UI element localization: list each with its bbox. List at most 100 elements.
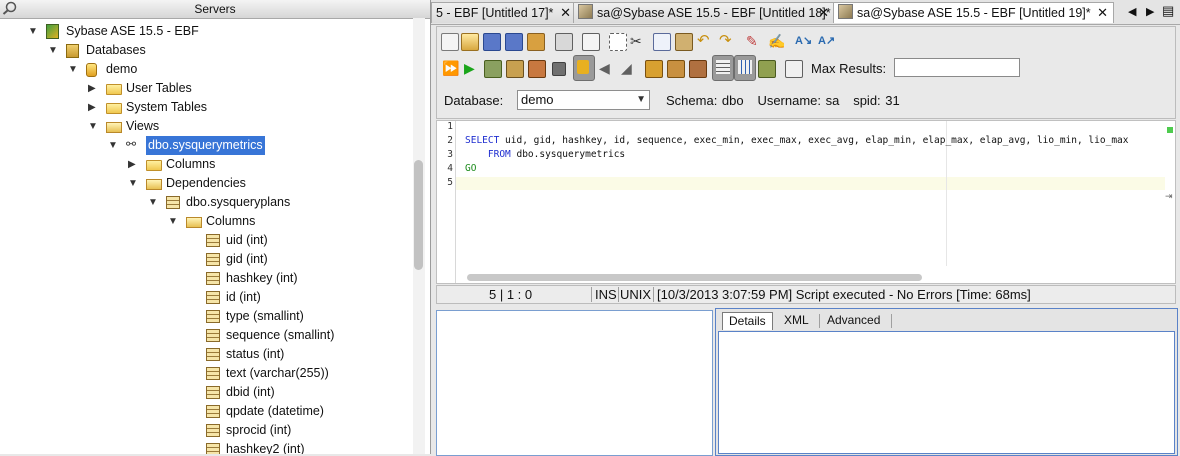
status-divider: [653, 287, 654, 302]
column-icon: [206, 234, 220, 247]
code-line-2: SELECT uid, gid, hashkey, id, sequence, …: [465, 135, 1128, 146]
disclosure-expanded-icon[interactable]: ▼: [128, 174, 138, 193]
server-icon: [46, 24, 59, 39]
select-all-icon[interactable]: [609, 33, 627, 51]
page-setup-icon[interactable]: [582, 33, 600, 51]
tree-scrollbar-thumb[interactable]: [414, 160, 423, 270]
plan-icon[interactable]: [528, 60, 546, 78]
line-number: 3: [447, 149, 453, 160]
column-icon: [206, 424, 220, 437]
sql-keyword: SELECT: [465, 135, 500, 146]
copy-icon[interactable]: [653, 33, 671, 51]
commit-icon[interactable]: ◀: [599, 60, 615, 76]
tab-untitled-19[interactable]: sa@Sybase ASE 15.5 - EBF [Untitled 19]* …: [833, 2, 1114, 23]
column-icon: [206, 443, 220, 454]
history-icon[interactable]: [645, 60, 663, 78]
database-icon: [86, 63, 97, 77]
disclosure-expanded-icon[interactable]: ▼: [68, 60, 78, 79]
results-split-icon[interactable]: [734, 55, 756, 81]
table-icon: [166, 196, 180, 209]
print-icon[interactable]: [555, 33, 573, 51]
column-icon: [206, 310, 220, 323]
disclosure-expanded-icon[interactable]: ▼: [28, 22, 38, 41]
tree-item-label: hashkey (int): [226, 271, 298, 285]
folder-icon: [106, 103, 122, 114]
max-results-input[interactable]: [894, 58, 1020, 77]
save-all-icon[interactable]: [527, 33, 545, 51]
tab-list-icon[interactable]: ▤: [1162, 3, 1174, 19]
results-list-pane[interactable]: [436, 310, 713, 456]
tree-item-label: id (int): [226, 290, 261, 304]
disclosure-collapsed-icon[interactable]: ▶: [128, 155, 138, 174]
execute-step-icon[interactable]: [484, 60, 502, 78]
disclosure-expanded-icon[interactable]: ▼: [168, 212, 178, 231]
database-select[interactable]: demo ▼: [517, 90, 650, 110]
commit-mode-icon[interactable]: [573, 55, 595, 81]
save-icon[interactable]: [483, 33, 501, 51]
code-line-3: FROM dbo.sysquerymetrics: [465, 149, 625, 160]
explain-icon[interactable]: [506, 60, 524, 78]
disclosure-collapsed-icon[interactable]: ▶: [88, 79, 98, 98]
sql-text: uid, gid, hashkey, id, sequence, exec_mi…: [499, 135, 1129, 146]
close-icon[interactable]: ✕: [818, 3, 829, 23]
close-icon[interactable]: ✕: [560, 3, 571, 23]
save-as-icon[interactable]: [505, 33, 523, 51]
tree-item-label: Dependencies: [166, 176, 246, 190]
servers-panel: Servers ▼ Sybase ASE 15.5 - EBF ▼ Databases…: [0, 0, 431, 454]
close-icon[interactable]: ✕: [1097, 3, 1108, 23]
search-icon[interactable]: [2, 1, 18, 15]
tree-item-label: text (varchar(255)): [226, 366, 329, 380]
line-number: 4: [447, 163, 453, 174]
no-errors-marker: [1167, 127, 1173, 133]
sql-editor-icon: [578, 4, 593, 19]
cut-icon[interactable]: ✂: [630, 33, 646, 49]
disclosure-expanded-icon[interactable]: ▼: [48, 41, 58, 60]
show-sql-icon[interactable]: [785, 60, 803, 78]
new-file-icon[interactable]: [441, 33, 459, 51]
execute-icon[interactable]: ▶: [464, 60, 480, 76]
replace-icon[interactable]: A↗: [818, 33, 835, 49]
tab-scroll-right-icon[interactable]: ▶: [1146, 5, 1154, 18]
bookmark-icon[interactable]: [667, 60, 685, 78]
tab-untitled-17[interactable]: 5 - EBF [Untitled 17]* ✕: [431, 2, 577, 23]
status-divider: [618, 287, 619, 302]
tab-details[interactable]: Details: [722, 312, 773, 330]
disclosure-collapsed-icon[interactable]: ▶: [88, 98, 98, 117]
results-text-icon[interactable]: [758, 60, 776, 78]
line-number-gutter: 1 2 3 4 5: [437, 121, 456, 283]
folder-open-icon: [186, 217, 202, 228]
undo-icon[interactable]: ↶: [697, 33, 713, 49]
fold-marker-icon[interactable]: ⇥: [1165, 191, 1173, 202]
chevron-down-icon[interactable]: ▼: [636, 91, 646, 109]
tree-item-label: System Tables: [126, 100, 208, 114]
results-grid-icon[interactable]: [712, 55, 734, 81]
tab-xml[interactable]: XML: [778, 312, 815, 329]
code-line-4: GO: [465, 163, 477, 174]
rollback-icon[interactable]: ◢: [621, 60, 637, 76]
find-icon[interactable]: A↘: [795, 33, 812, 49]
disclosure-expanded-icon[interactable]: ▼: [148, 193, 158, 212]
redo-icon[interactable]: ↷: [719, 33, 735, 49]
format-icon[interactable]: ✎: [746, 33, 762, 49]
disclosure-expanded-icon[interactable]: ▼: [88, 117, 98, 136]
sql-editor[interactable]: 1 2 3 4 5 SELECT uid, gid, hashkey, id, …: [436, 120, 1176, 284]
editor-horizontal-scrollbar[interactable]: [467, 274, 922, 281]
favorites-icon[interactable]: [689, 60, 707, 78]
tab-untitled-18[interactable]: sa@Sybase ASE 15.5 - EBF [Untitled 18]* …: [573, 2, 835, 23]
folder-icon: [106, 84, 122, 95]
open-file-icon[interactable]: [461, 33, 479, 51]
tree-item-label: Databases: [86, 43, 146, 57]
disclosure-expanded-icon[interactable]: ▼: [108, 136, 118, 155]
execute-all-icon[interactable]: ⏩: [442, 60, 459, 76]
tree-item-label: User Tables: [126, 81, 192, 95]
column-icon: [206, 367, 220, 380]
tab-advanced[interactable]: Advanced: [821, 312, 886, 329]
paste-icon[interactable]: [675, 33, 693, 51]
tree-item-label: Columns: [166, 157, 216, 171]
sql-keyword: FROM: [465, 149, 511, 160]
tab-scroll-left-icon[interactable]: ◀: [1128, 5, 1136, 18]
edit-tools-icon[interactable]: ✍: [768, 33, 785, 49]
tree-item-label: uid (int): [226, 233, 268, 247]
status-message: [10/3/2013 3:07:59 PM] Script executed -…: [657, 287, 1031, 302]
stop-icon[interactable]: [552, 62, 566, 76]
